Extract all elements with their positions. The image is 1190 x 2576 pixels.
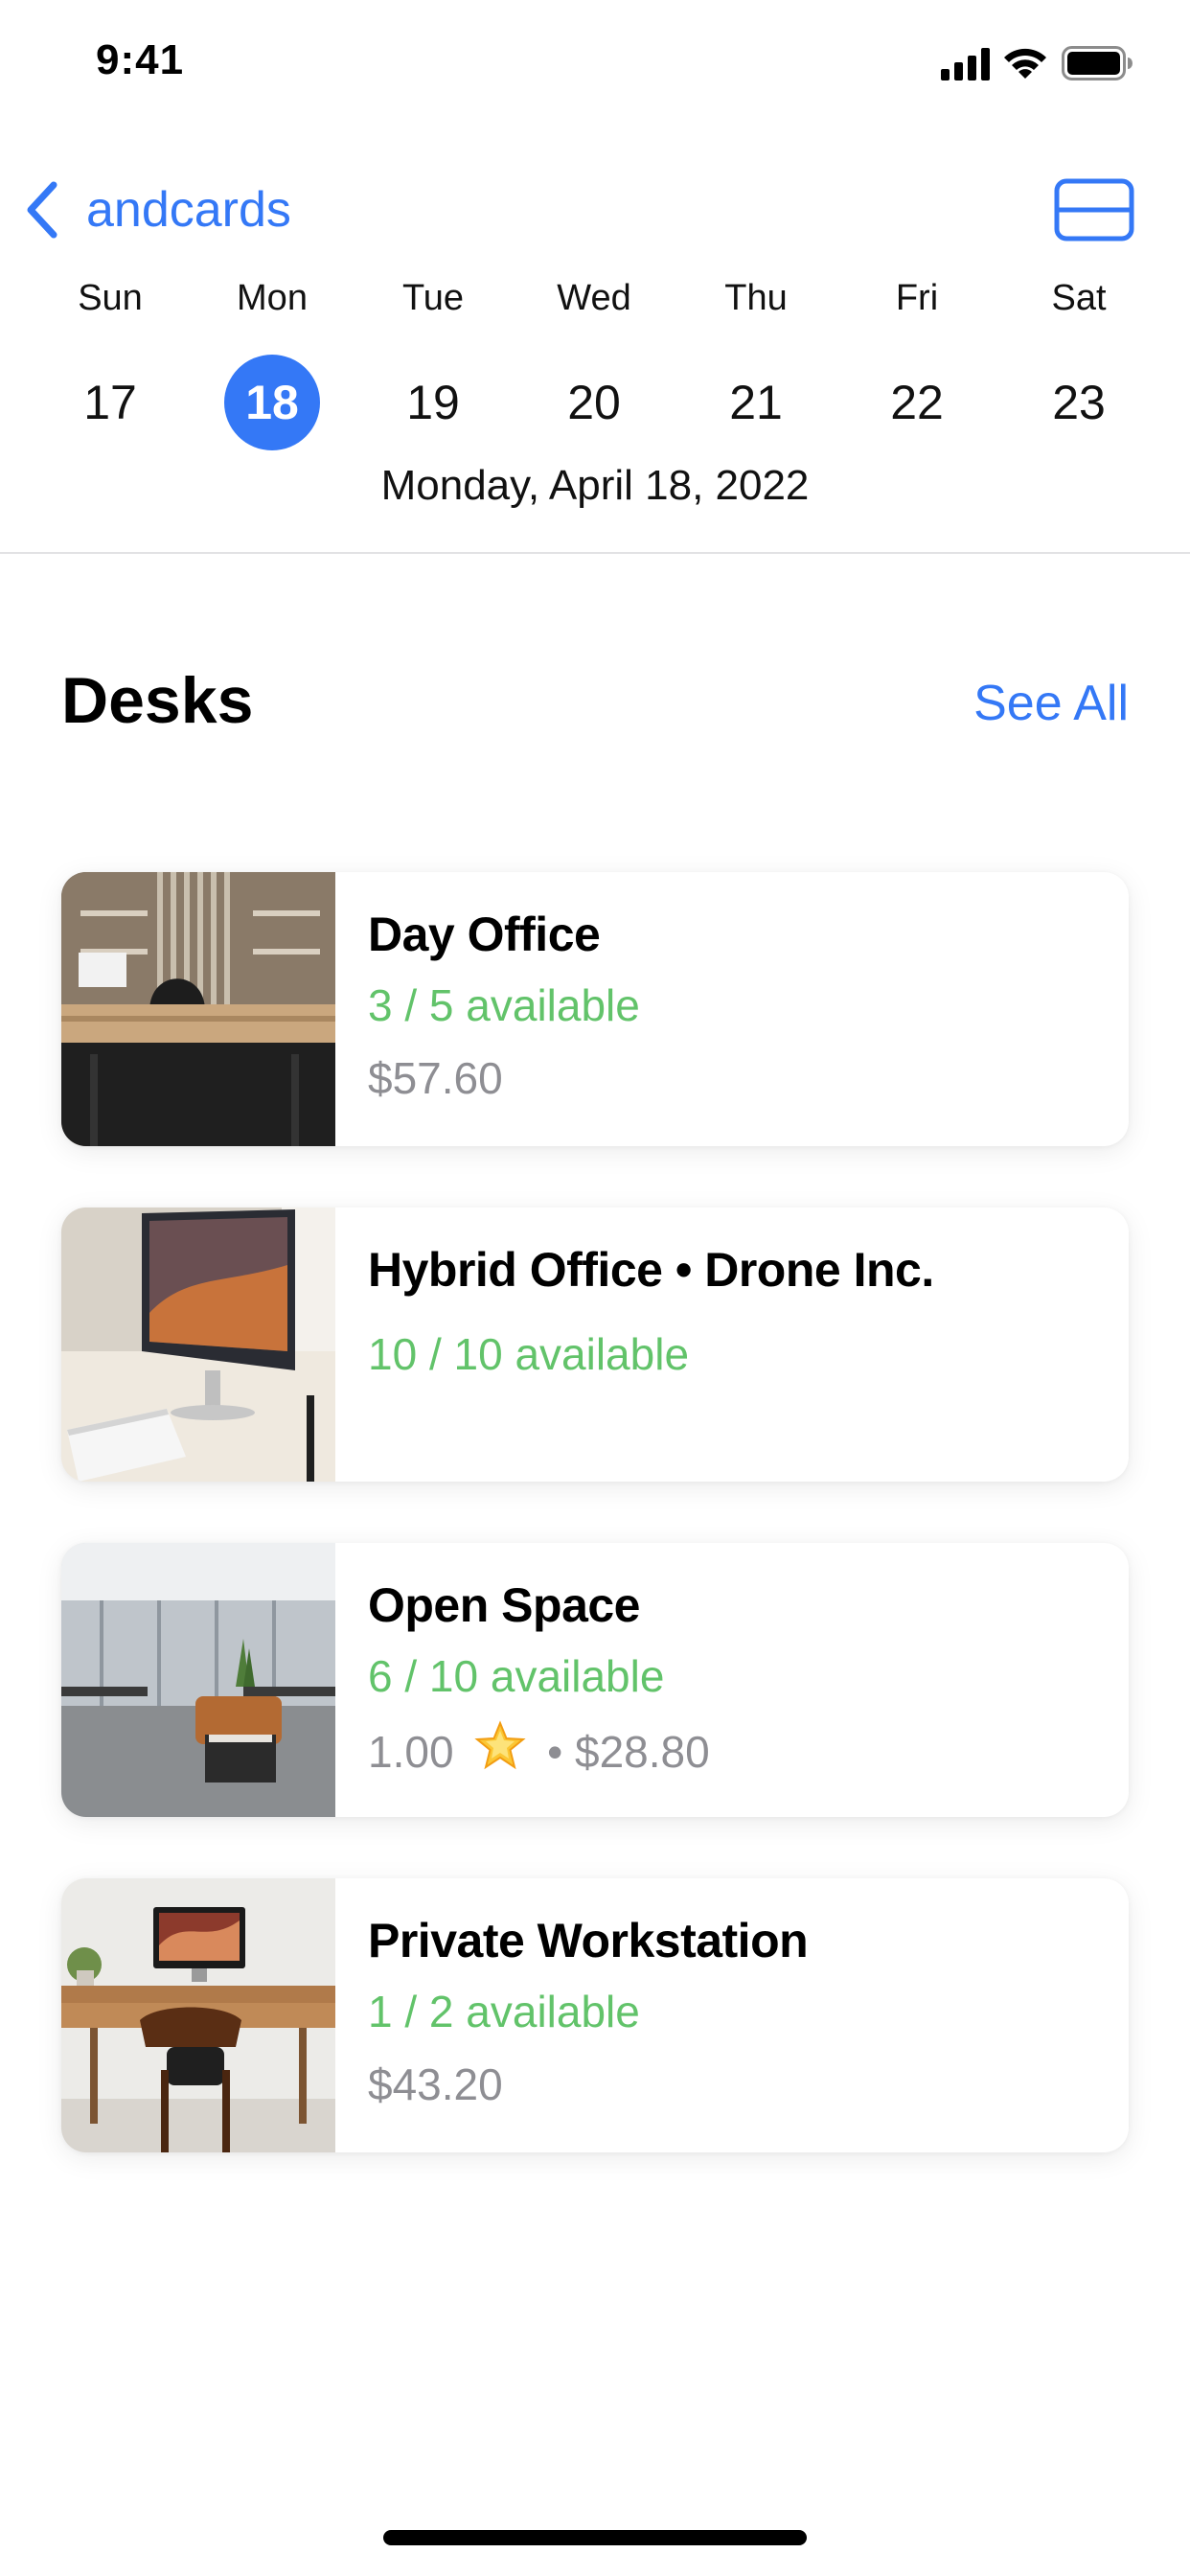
star-icon (473, 1719, 527, 1787)
desk-card-content: Hybrid Office • Drone Inc. 10 / 10 avail… (368, 1238, 1110, 1384)
day-number-selected: 18 (224, 355, 320, 450)
status-time: 9:41 (96, 36, 185, 83)
battery-icon (1062, 46, 1133, 80)
desk-title: Private Workstation (368, 1914, 809, 1967)
desk-card-content: Private Workstation 1 / 2 available $43.… (368, 1909, 1110, 2114)
desk-photo (61, 1543, 335, 1817)
day-number: 17 (83, 376, 137, 429)
card-view-button[interactable] (1054, 178, 1134, 242)
status-bar: 9:41 (0, 0, 1190, 134)
desk-title: Open Space (368, 1578, 641, 1632)
desk-photo (61, 1878, 335, 2152)
desk-availability: 1 / 2 available (368, 1987, 640, 2036)
cellular-signal-icon (941, 48, 990, 80)
day-number: 23 (1052, 376, 1106, 429)
chevron-left-icon (27, 181, 57, 239)
day-number: 22 (890, 376, 944, 429)
desk-rating: 1.00 (368, 1727, 454, 1777)
desk-availability: 3 / 5 available (368, 980, 640, 1030)
desk-availability: 10 / 10 available (368, 1329, 690, 1379)
wifi-icon (1004, 48, 1046, 79)
desk-card-content: Open Space 6 / 10 available 1.00 • $28.8… (368, 1574, 1110, 1787)
see-all-button[interactable]: See All (973, 675, 1129, 732)
day-number: 20 (567, 376, 621, 429)
day-name: Fri (895, 278, 939, 318)
desk-card-private-workstation[interactable]: Private Workstation 1 / 2 available $43.… (61, 1878, 1129, 2152)
desk-price: $43.20 (368, 2059, 503, 2109)
back-button-label: andcards (86, 182, 291, 238)
home-indicator[interactable] (383, 2530, 807, 2545)
back-button[interactable]: andcards (23, 174, 291, 245)
day-name: Thu (724, 278, 788, 318)
day-number: 19 (406, 376, 460, 429)
desk-photo (61, 1208, 335, 1482)
desk-availability: 6 / 10 available (368, 1651, 665, 1701)
desk-card-open-space[interactable]: Open Space 6 / 10 available 1.00 • $28.8… (61, 1543, 1129, 1817)
desk-photo (61, 872, 335, 1146)
section-title: Desks (61, 664, 254, 737)
day-name: Wed (557, 278, 631, 318)
day-name: Mon (237, 278, 308, 318)
desk-title: Hybrid Office • Drone Inc. (368, 1243, 934, 1297)
day-name: Sat (1051, 278, 1107, 318)
desk-card-day-office[interactable]: Day Office 3 / 5 available $57.60 (61, 872, 1129, 1146)
desk-card-hybrid-office[interactable]: Hybrid Office • Drone Inc. 10 / 10 avail… (61, 1208, 1129, 1482)
day-name: Sun (78, 278, 143, 318)
desk-rating-price: 1.00 • $28.80 (368, 1719, 1110, 1787)
meta-separator: • (547, 1727, 563, 1777)
desk-card-content: Day Office 3 / 5 available $57.60 (368, 903, 1110, 1108)
day-number: 21 (729, 376, 783, 429)
desk-price: $28.80 (574, 1727, 710, 1777)
desk-price: $57.60 (368, 1053, 503, 1103)
selected-date-label: Monday, April 18, 2022 (380, 462, 810, 509)
card-view-icon (1054, 178, 1134, 242)
header-divider (0, 552, 1190, 554)
status-icons (941, 44, 1190, 86)
day-name: Tue (401, 278, 465, 318)
desk-title: Day Office (368, 908, 601, 961)
